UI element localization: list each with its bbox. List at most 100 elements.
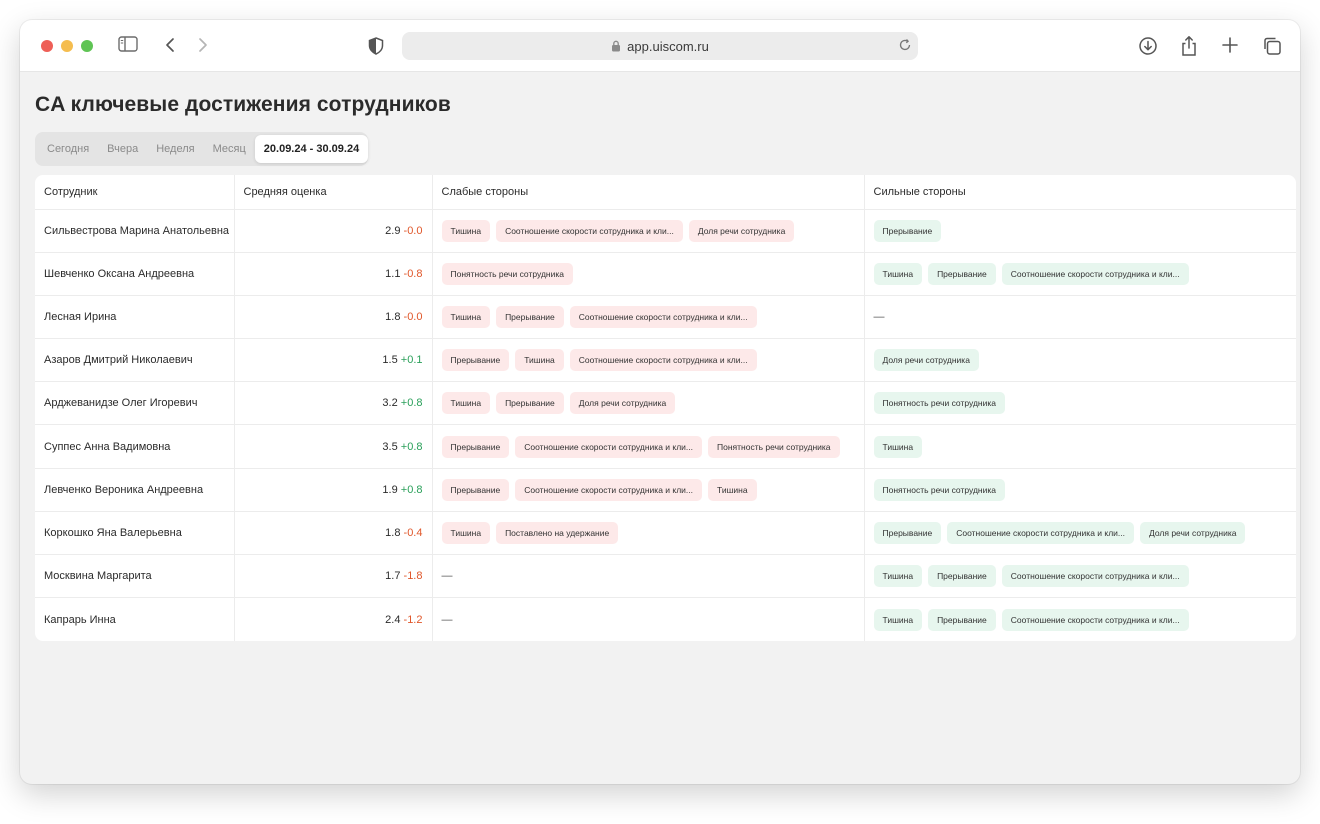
column-header-weak[interactable]: Слабые стороны: [431, 175, 864, 210]
table-row[interactable]: Азаров Дмитрий Николаевич 1.5 +0.1 Прерыва…: [35, 338, 1296, 383]
weak-tag[interactable]: Прерывание: [441, 478, 510, 501]
weak-tag[interactable]: Поставлено на удержание: [496, 521, 619, 544]
score-delta: -0.0: [403, 224, 423, 237]
score-delta: +0.8: [400, 440, 423, 453]
shield-icon[interactable]: [368, 37, 384, 55]
weak-tag[interactable]: Соотношение скорости сотрудника и кли...: [515, 435, 703, 458]
period-week-tab[interactable]: Неделя: [147, 135, 203, 163]
strong-tag[interactable]: Прерывание: [873, 219, 942, 242]
period-yesterday-tab[interactable]: Вчера: [98, 135, 147, 163]
weak-tag[interactable]: Тишина: [441, 305, 491, 328]
chevron-left-icon[interactable]: [165, 37, 175, 53]
score-delta: -0.8: [403, 267, 423, 280]
strong-tag[interactable]: Тишина: [873, 262, 923, 285]
weak-tag[interactable]: Доля речи сотрудника: [688, 219, 795, 242]
employee-name-cell: Капрарь Инна: [44, 613, 116, 626]
strong-tag[interactable]: Соотношение скорости сотрудника и кли...: [1001, 262, 1189, 285]
strong-tag[interactable]: Понятность речи сотрудника: [873, 392, 1006, 415]
table-row[interactable]: Левченко Вероника Андреевна 1.9 +0.8 Преры…: [35, 468, 1296, 512]
column-header-employee[interactable]: Сотрудник: [35, 175, 234, 210]
weak-tags: Понятность речи сотрудника: [441, 262, 855, 285]
download-icon[interactable]: [1138, 36, 1158, 56]
column-header-avg-score[interactable]: Средняя оценка: [233, 175, 432, 210]
strong-tag[interactable]: Прерывание: [928, 565, 996, 588]
sidebar-icon[interactable]: [118, 36, 138, 52]
score-delta: -0.0: [403, 310, 423, 323]
avg-score-cell: 3.2 +0.8: [233, 381, 432, 426]
weak-tag[interactable]: Прерывание: [496, 392, 564, 415]
avg-score-cell: 1.1 -0.8: [233, 252, 432, 296]
tabs-icon[interactable]: [1262, 36, 1282, 56]
strong-tag[interactable]: Прерывание: [928, 262, 996, 285]
table-row[interactable]: Арджеванидзе Олег Игоревич 3.2 +0.8 Тишина…: [35, 381, 1296, 426]
column-header-strong[interactable]: Сильные стороны: [863, 175, 1296, 210]
strong-tags: Тишина Прерывание Соотношение скорости сот…: [873, 262, 1288, 285]
strong-tags: —: [874, 311, 1288, 323]
weak-tag[interactable]: Тишина: [441, 521, 491, 544]
period-custom-range-tab[interactable]: 20.09.24 - 30.09.24: [254, 135, 369, 163]
weak-tag[interactable]: Понятность речи сотрудника: [441, 262, 574, 285]
score-delta: +0.8: [400, 483, 423, 496]
avg-score-cell: 1.8 -0.0: [233, 295, 432, 340]
table-row[interactable]: Коркошко Яна Валерьевна 1.8 -0.4 Тишина Пос…: [35, 511, 1296, 556]
weak-tag[interactable]: Тишина: [441, 392, 491, 415]
share-icon[interactable]: [1180, 35, 1198, 57]
table-row[interactable]: Сильвестрова Марина Анатольевна 2.9 -0.0 Т…: [35, 209, 1296, 253]
browser-window: app.uiscom.ru CA ключевые достижения сот…: [20, 20, 1300, 784]
score-delta: +0.1: [400, 354, 423, 367]
strong-tag[interactable]: Соотношение скорости сотрудника и кли...: [1001, 565, 1189, 588]
employee-name-cell: Азаров Дмитрий Николаевич: [35, 338, 234, 383]
table-row[interactable]: Шевченко Оксана Андреевна 1.1 -0.8 Понятно…: [35, 252, 1296, 296]
period-month-tab[interactable]: Месяц: [204, 135, 255, 163]
strong-tags: Прерывание: [873, 219, 1288, 242]
chevron-right-icon[interactable]: [198, 37, 208, 53]
table-row[interactable]: Капрарь Инна 2.4 -1.2 — Тишина Прерывание Соо…: [35, 597, 1296, 641]
address-bar[interactable]: app.uiscom.ru: [402, 32, 918, 60]
strong-points-cell: Доля речи сотрудника: [863, 338, 1296, 383]
avg-score-cell: 2.4 -1.2: [233, 597, 432, 641]
weak-tag[interactable]: Понятность речи сотрудника: [708, 435, 840, 458]
strong-tag[interactable]: Понятность речи сотрудника: [873, 478, 1006, 501]
weak-tag[interactable]: Доля речи сотрудника: [569, 392, 676, 415]
table-row[interactable]: Москвина Маргарита 1.7 -1.8— Тишина Прерыва…: [35, 554, 1296, 599]
strong-tag[interactable]: Прерывание: [873, 521, 942, 544]
weak-tag[interactable]: Соотношение скорости сотрудника и кли...: [496, 219, 683, 242]
strong-points-cell: Понятность речи сотрудника: [863, 381, 1296, 426]
strong-tag[interactable]: Соотношение скорости сотрудника и кли...: [947, 521, 1135, 544]
strong-tag[interactable]: Доля речи сотрудника: [1140, 521, 1246, 544]
table-row[interactable]: Лесная Ирина 1.8 -0.0 Тишина Прерывание Соот…: [35, 295, 1296, 340]
period-today-tab[interactable]: Сегодня: [38, 135, 98, 163]
weak-tag[interactable]: Тишина: [441, 219, 491, 242]
weak-points-cell: Тишина Прерывание Доля речи сотрудника: [431, 381, 864, 426]
strong-tags: Понятность речи сотрудника: [873, 478, 1288, 501]
strong-tag[interactable]: Соотношение скорости сотрудника и кли...: [1001, 608, 1189, 631]
strong-tag[interactable]: Прерывание: [928, 608, 996, 631]
weak-tag[interactable]: Прерывание: [496, 305, 564, 328]
close-window-button[interactable]: [41, 40, 53, 52]
employee-name-cell: Арджеванидзе Олег Игоревич: [35, 381, 234, 426]
reload-icon[interactable]: [898, 38, 912, 55]
weak-tag[interactable]: Тишина: [708, 478, 757, 501]
plus-icon[interactable]: [1222, 37, 1238, 53]
employee-table-card: Сотрудник Средняя оценка Слабые стороны …: [35, 175, 1296, 641]
weak-tag[interactable]: Соотношение скорости сотрудника и кли...: [515, 478, 703, 501]
zoom-window-button[interactable]: [81, 40, 93, 52]
empty-value: —: [873, 310, 885, 323]
minimize-window-button[interactable]: [61, 40, 73, 52]
strong-tag[interactable]: Доля речи сотрудника: [873, 349, 979, 372]
weak-tag[interactable]: Тишина: [515, 349, 564, 372]
lock-icon: [611, 40, 621, 52]
weak-tag[interactable]: Прерывание: [441, 435, 510, 458]
weak-tag[interactable]: Соотношение скорости сотрудника и кли...: [569, 349, 757, 372]
weak-tag[interactable]: Прерывание: [441, 349, 510, 372]
strong-tag[interactable]: Тишина: [873, 608, 923, 631]
page-title: CA ключевые достижения сотрудников: [35, 93, 451, 116]
weak-tags: Тишина Поставлено на удержание: [441, 521, 855, 544]
strong-tag[interactable]: Тишина: [873, 565, 923, 588]
employee-name-cell: Суппес Анна Вадимовна: [35, 424, 234, 469]
weak-tag[interactable]: Соотношение скорости сотрудника и кли...: [569, 305, 757, 328]
score-delta: -0.4: [403, 526, 423, 539]
strong-tag[interactable]: Тишина: [873, 435, 923, 458]
table-row[interactable]: Суппес Анна Вадимовна 3.5 +0.8 Прерывание С…: [35, 424, 1296, 469]
page-content: CA ключевые достижения сотрудников Сегод…: [20, 73, 1300, 784]
